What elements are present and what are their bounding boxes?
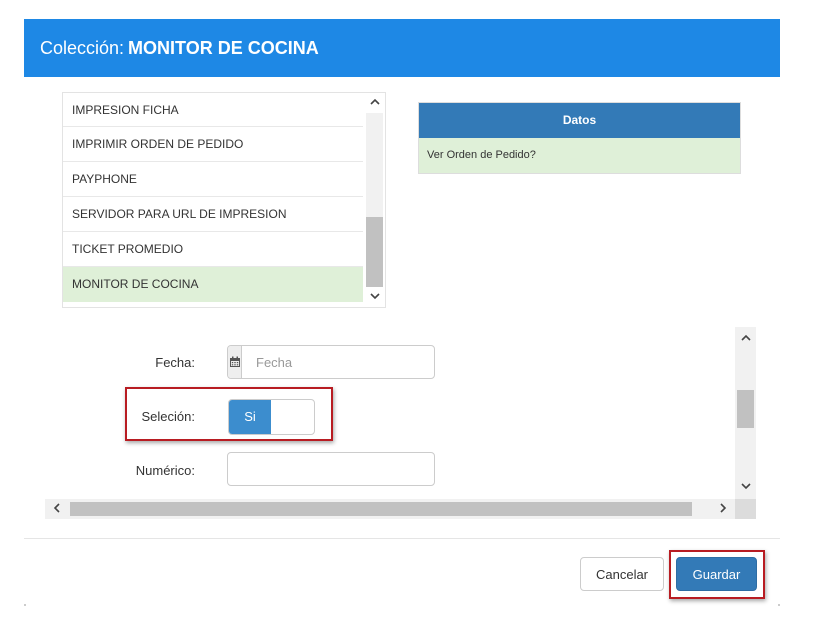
form-horizontal-scrollbar[interactable] xyxy=(45,499,735,519)
form-vertical-scrollbar-thumb[interactable] xyxy=(737,390,754,428)
datos-table: Datos Ver Orden de Pedido? xyxy=(418,102,741,174)
corner-dot xyxy=(24,604,26,606)
list-item-label: IMPRESION FICHA xyxy=(72,103,179,117)
fecha-input[interactable] xyxy=(242,346,434,378)
highlight-box-save xyxy=(669,550,765,599)
datos-table-header: Datos xyxy=(419,103,740,138)
scrollbar-corner xyxy=(735,499,756,519)
chevron-left-icon[interactable] xyxy=(47,499,67,519)
header-title: MONITOR DE COCINA xyxy=(128,37,319,58)
form-vertical-scrollbar[interactable] xyxy=(735,327,756,499)
fecha-input-group[interactable] xyxy=(227,345,435,379)
highlight-box-seleccion xyxy=(125,387,333,441)
list-item[interactable]: IMPRIMIR ORDEN DE PEDIDO xyxy=(63,127,363,162)
collection-list: IMPRESION FICHA IMPRIMIR ORDEN DE PEDIDO… xyxy=(62,92,386,308)
chevron-up-icon[interactable] xyxy=(735,329,756,349)
list-item-label: MONITOR DE COCINA xyxy=(72,277,199,291)
list-scrollbar-thumb[interactable] xyxy=(366,217,383,287)
header-prefix: Colección: xyxy=(40,37,125,58)
list-item-selected[interactable]: MONITOR DE COCINA xyxy=(63,267,363,302)
chevron-down-icon[interactable] xyxy=(364,287,385,307)
collection-list-items: IMPRESION FICHA IMPRIMIR ORDEN DE PEDIDO… xyxy=(63,93,363,302)
calendar-icon[interactable] xyxy=(228,346,242,378)
list-item-label: SERVIDOR PARA URL DE IMPRESION xyxy=(72,207,287,221)
corner-dot xyxy=(778,604,780,606)
list-scrollbar[interactable] xyxy=(364,93,385,307)
form-panel: Fecha: Seleción: Si Numérico: xyxy=(45,327,757,520)
list-item[interactable]: SERVIDOR PARA URL DE IMPRESION xyxy=(63,197,363,232)
numerico-label: Numérico: xyxy=(135,463,195,478)
list-item-label: IMPRIMIR ORDEN DE PEDIDO xyxy=(72,137,244,151)
list-item[interactable]: IMPRESION FICHA xyxy=(63,93,363,127)
fecha-label: Fecha: xyxy=(155,355,195,370)
dialog-header: Colección: MONITOR DE COCINA xyxy=(24,19,780,77)
chevron-down-icon[interactable] xyxy=(735,477,756,497)
list-item-label: PAYPHONE xyxy=(72,172,137,186)
list-item[interactable]: TICKET PROMEDIO xyxy=(63,232,363,267)
chevron-right-icon[interactable] xyxy=(713,499,733,519)
footer-divider xyxy=(24,538,780,539)
list-item-label: TICKET PROMEDIO xyxy=(72,242,184,256)
list-item[interactable]: PAYPHONE xyxy=(63,162,363,197)
cancel-button[interactable]: Cancelar xyxy=(580,557,664,591)
form-horizontal-scrollbar-thumb[interactable] xyxy=(70,502,692,516)
numerico-input[interactable] xyxy=(227,452,435,486)
table-row[interactable]: Ver Orden de Pedido? xyxy=(419,138,740,173)
chevron-up-icon[interactable] xyxy=(364,93,385,113)
